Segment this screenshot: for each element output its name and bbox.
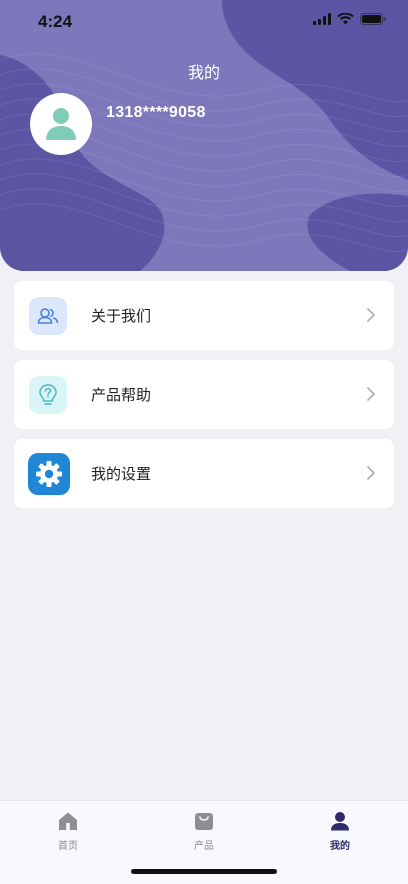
- menu-item-label: 我的设置: [91, 465, 152, 483]
- menu-item-label: 关于我们: [91, 307, 152, 325]
- person-icon: [331, 812, 349, 831]
- lightbulb-question-icon: [29, 376, 67, 414]
- menu-item-product-help[interactable]: 产品帮助: [14, 360, 394, 429]
- battery-icon: [360, 13, 386, 25]
- tab-label: 首页: [58, 841, 78, 852]
- profile-header: 4:24 我的 1318****9058: [0, 0, 408, 271]
- page-title: 我的: [187, 63, 220, 82]
- home-icon: [59, 812, 77, 830]
- users-icon: [29, 297, 67, 335]
- menu-item-about-us[interactable]: 关于我们: [14, 281, 394, 350]
- user-avatar-icon: [46, 108, 76, 140]
- signal-icon: [313, 13, 331, 25]
- status-icons: [313, 13, 386, 25]
- menu-item-my-settings[interactable]: 我的设置: [14, 439, 394, 508]
- tab-label: 产品: [194, 841, 214, 852]
- user-phone-number: 1318****9058: [106, 104, 206, 121]
- status-time: 4:24: [38, 12, 73, 31]
- status-bar: 4:24: [0, 0, 408, 46]
- tab-label: 我的: [330, 841, 350, 852]
- avatar[interactable]: [30, 93, 92, 155]
- chevron-right-icon: [367, 466, 375, 480]
- tab-mine[interactable]: 我的: [300, 811, 380, 852]
- bag-icon: [195, 813, 213, 830]
- chevron-right-icon: [367, 387, 375, 401]
- tab-home[interactable]: 首页: [28, 811, 108, 852]
- chevron-right-icon: [367, 308, 375, 322]
- home-indicator: [131, 869, 277, 874]
- tab-product[interactable]: 产品: [164, 811, 244, 852]
- profile-menu: 关于我们 产品帮助 我的设置: [14, 281, 394, 518]
- gear-icon: [28, 453, 70, 495]
- menu-item-label: 产品帮助: [91, 386, 152, 404]
- wifi-icon: [337, 13, 354, 25]
